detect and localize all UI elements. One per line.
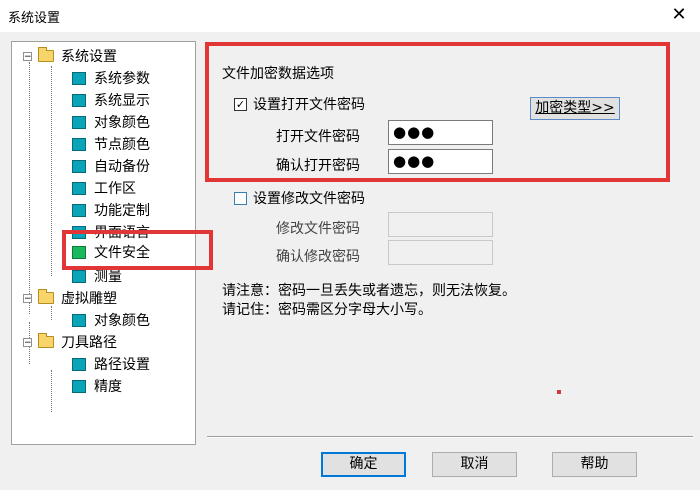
note-case-sensitive: 请记住：密码需区分字母大小写。 <box>222 302 432 318</box>
confirm-modify-password-field[interactable] <box>388 240 493 265</box>
folder-icon <box>38 333 54 348</box>
page-icon <box>72 93 86 107</box>
tree-item-label: 功能定制 <box>94 203 150 219</box>
page-icon <box>72 379 86 393</box>
note-password-loss: 请注意：密码一旦丢失或者遗忘，则无法恢复。 <box>222 283 516 299</box>
modify-password-checkbox-row[interactable]: 设置修改文件密码 <box>234 188 365 208</box>
folder-icon <box>38 47 54 62</box>
tree-item-label: 节点颜色 <box>94 137 150 153</box>
tree-item-toolpath[interactable]: − 刀具路径 <box>23 332 117 352</box>
page-icon <box>72 137 86 151</box>
page-icon <box>72 269 86 283</box>
tree-item-label: 系统设置 <box>61 49 117 65</box>
tree-item-label: 对象颜色 <box>94 115 150 131</box>
tree-item-system-display[interactable]: 系统显示 <box>72 90 150 110</box>
tree-item-label: 路径设置 <box>94 357 150 373</box>
tree-connector <box>51 370 52 412</box>
tree-item-sculpt-object-color[interactable]: 对象颜色 <box>72 310 150 330</box>
tree-connector <box>51 66 52 276</box>
tree-item-virtual-sculpt[interactable]: − 虚拟雕塑 <box>23 288 117 308</box>
collapse-icon[interactable]: − <box>23 337 32 347</box>
page-icon <box>72 115 86 129</box>
tree-connector <box>29 62 30 314</box>
tree-item-object-color[interactable]: 对象颜色 <box>72 112 150 132</box>
page-icon <box>72 203 86 217</box>
separator <box>207 436 693 438</box>
modify-password-checkbox[interactable] <box>234 191 247 205</box>
modify-password-field[interactable] <box>388 212 493 237</box>
tree-item-system-params[interactable]: 系统参数 <box>72 68 150 88</box>
settings-dialog: 系统设置 ✕ − 系统设置 系统参数 系统显示 对象颜色 节点颜色 自动备份 工… <box>0 0 700 490</box>
tree-item-node-color[interactable]: 节点颜色 <box>72 134 150 154</box>
ok-button[interactable]: 确定 <box>321 452 406 477</box>
modify-password-checkbox-label: 设置修改文件密码 <box>253 191 365 207</box>
collapse-icon[interactable]: − <box>23 293 32 303</box>
help-button[interactable]: 帮助 <box>552 452 637 477</box>
tree-item-system-settings[interactable]: − 系统设置 <box>23 46 117 66</box>
collapse-icon[interactable]: − <box>23 51 32 61</box>
tree-item-precision[interactable]: 精度 <box>72 376 122 396</box>
close-icon[interactable]: ✕ <box>668 4 690 26</box>
tree-item-customize[interactable]: 功能定制 <box>72 200 150 220</box>
folder-icon <box>38 289 54 304</box>
red-marker <box>557 390 561 394</box>
tree-item-label: 自动备份 <box>94 159 150 175</box>
tree-item-label: 工作区 <box>94 181 136 197</box>
modify-password-label: 修改文件密码 <box>276 221 360 237</box>
tree-item-label: 虚拟雕塑 <box>61 291 117 307</box>
window-title: 系统设置 <box>8 11 61 26</box>
tree-item-workspace[interactable]: 工作区 <box>72 178 136 198</box>
page-icon <box>72 181 86 195</box>
tree-item-auto-backup[interactable]: 自动备份 <box>72 156 150 176</box>
tree-item-label: 对象颜色 <box>94 313 150 329</box>
page-icon <box>72 357 86 371</box>
tree-item-label: 系统显示 <box>94 93 150 109</box>
tree-item-label: 刀具路径 <box>61 335 117 351</box>
tree-item-label: 系统参数 <box>94 71 150 87</box>
confirm-modify-password-label: 确认修改密码 <box>276 249 360 265</box>
title-bar: 系统设置 ✕ <box>0 0 700 32</box>
page-icon <box>72 159 86 173</box>
tree-connector <box>51 306 52 320</box>
page-icon <box>72 71 86 85</box>
cancel-button[interactable]: 取消 <box>432 452 517 477</box>
tree-item-label: 精度 <box>94 379 122 395</box>
highlight-box-options <box>205 42 670 182</box>
highlight-box-tree <box>62 230 213 270</box>
page-icon <box>72 313 86 327</box>
tree-item-path-settings[interactable]: 路径设置 <box>72 354 150 374</box>
